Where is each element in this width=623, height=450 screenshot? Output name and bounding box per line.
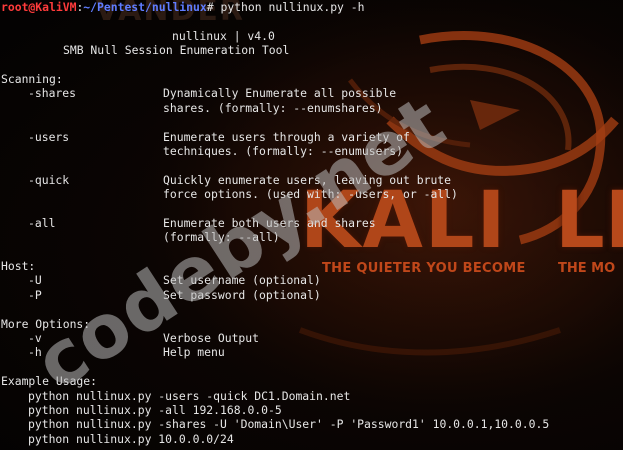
tool-version: nullinux | v4.0 (172, 28, 275, 43)
option-flag: -P (28, 287, 42, 302)
option-desc-cont: techniques. (formally: --enumusers) (1, 144, 549, 158)
option-flag: -shares (28, 86, 77, 101)
example-command: python nullinux.py 10.0.0.0/24 (28, 431, 234, 446)
section-title-scanning: Scanning: (1, 71, 63, 86)
option-flag: -U (28, 273, 42, 288)
prompt-path: ~/Pentest/nullinux (83, 0, 207, 14)
linux-logo-text: LIN (555, 176, 623, 266)
example-line: python nullinux.py 10.0.0.0/24 (1, 432, 549, 446)
prompt-user-host: root@KaliVM (1, 0, 77, 14)
command-prompt-line: root@KaliVM:~/Pentest/nullinux# python n… (1, 0, 549, 14)
tool-subtitle: SMB Null Session Enumeration Tool (63, 43, 290, 58)
subtitle-line: SMB Null Session Enumeration Tool (1, 43, 549, 57)
option-desc: Help menu (163, 345, 225, 360)
terminal-window[interactable]: VANDER KALI LIN THE QUIETER YOU BECOME T… (0, 0, 623, 450)
option-row: -shares Dynamically Enumerate all possibl… (1, 86, 549, 100)
option-desc-cont: shares. (formally: --enumshares) (1, 101, 549, 115)
option-desc: shares. (formally: --enumshares) (163, 100, 383, 115)
prompt-symbol: # (206, 0, 221, 14)
option-flag: -all (28, 215, 56, 230)
kali-tagline-right: THE MO (558, 261, 616, 276)
option-row: -users Enumerate users through a variety … (1, 130, 549, 144)
example-line: python nullinux.py -all 192.168.0.0-5 (1, 403, 549, 417)
option-flag: -users (28, 129, 70, 144)
example-line: python nullinux.py -shares -U 'Domain\Us… (1, 417, 549, 431)
entered-command: python nullinux.py -h (220, 0, 365, 14)
option-row: -U Set username (optional) (1, 273, 549, 287)
version-line: nullinux | v4.0 (1, 29, 549, 43)
option-desc: Dynamically Enumerate all possible (163, 86, 397, 101)
option-flag: -quick (28, 172, 70, 187)
example-command: python nullinux.py -shares -U 'Domain\Us… (28, 417, 550, 432)
